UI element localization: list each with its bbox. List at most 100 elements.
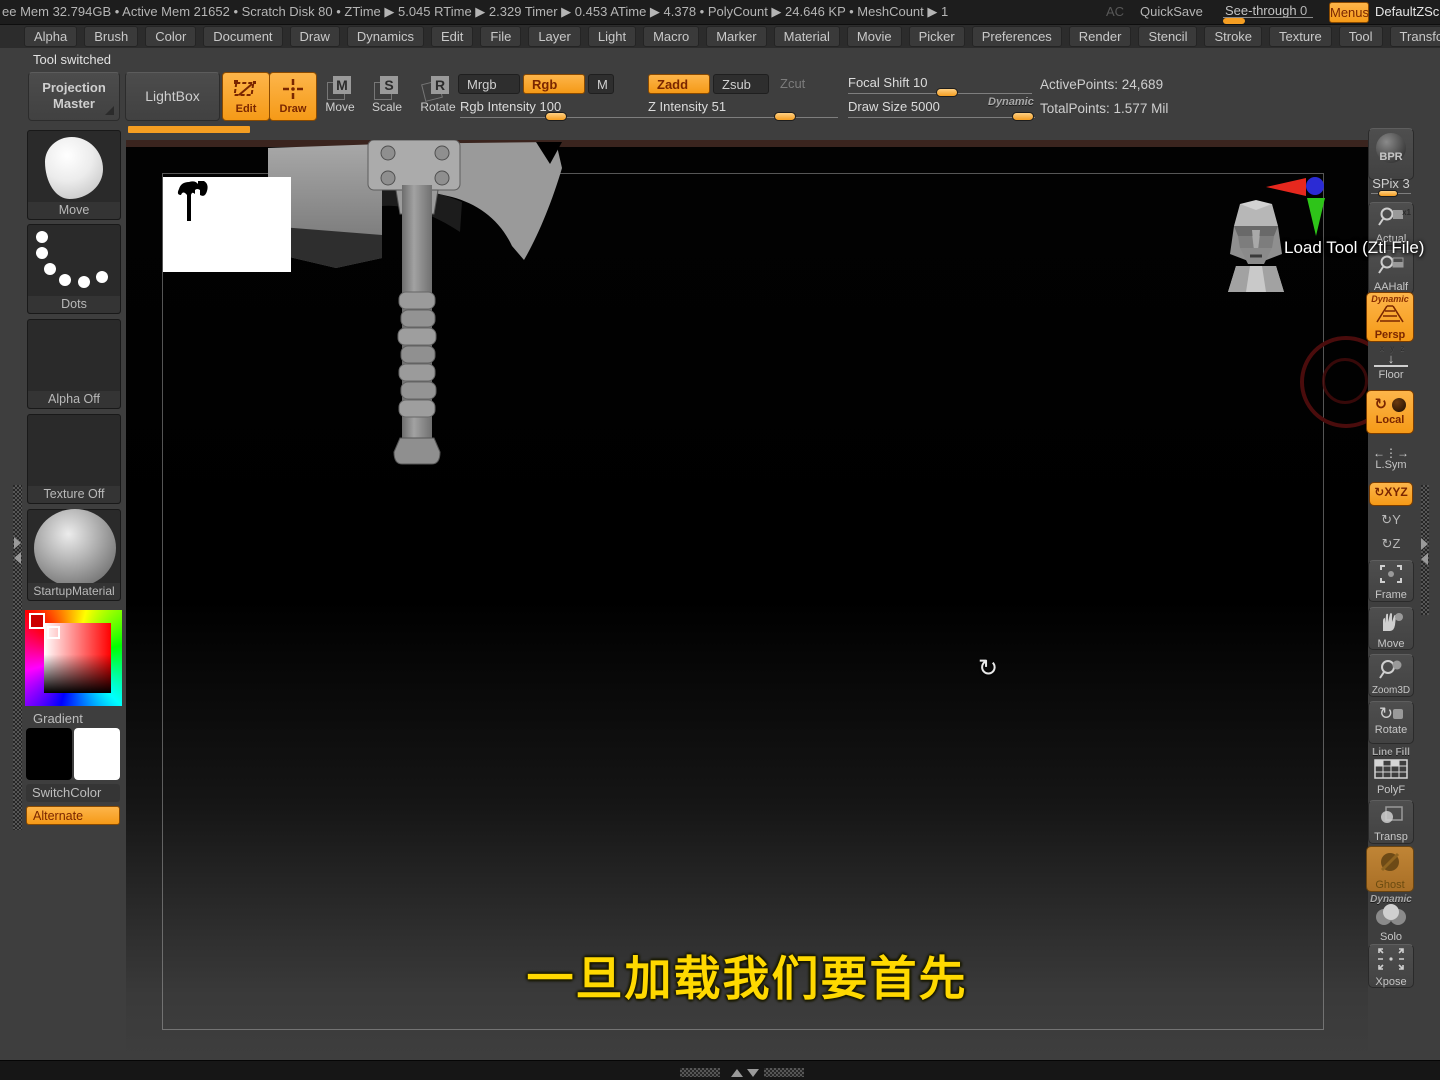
bottom-scroll-left[interactable] [680, 1068, 720, 1077]
menu-dynamics[interactable]: Dynamics [346, 26, 424, 47]
bottom-scroll-right[interactable] [764, 1068, 804, 1077]
menu-picker[interactable]: Picker [908, 26, 965, 47]
gyro-scale-button[interactable]: S Scale [370, 76, 404, 114]
menu-movie[interactable]: Movie [846, 26, 902, 47]
gyro-rotate-button[interactable]: R Rotate [418, 76, 458, 114]
zoom3d-button[interactable]: Zoom3D [1368, 654, 1414, 697]
menus-button[interactable]: Menus [1329, 2, 1369, 23]
main-color-swatch[interactable] [26, 728, 72, 780]
material-thumbnail[interactable]: StartupMaterial [27, 509, 121, 601]
menu-marker[interactable]: Marker [706, 26, 767, 47]
current-brush-thumbnail[interactable]: Move [27, 130, 121, 220]
document-canvas[interactable]: ↻ 一旦加载我们要首先 [126, 140, 1368, 1060]
frame-button[interactable]: Frame [1368, 560, 1414, 602]
menu-color[interactable]: Color [145, 26, 197, 47]
zadd-button[interactable]: Zadd [648, 74, 710, 94]
menu-file[interactable]: File [480, 26, 522, 47]
mrgb-button[interactable]: Mrgb [458, 74, 520, 94]
color-picker-hue-cursor[interactable] [29, 613, 45, 629]
secondary-color-swatch[interactable] [74, 728, 120, 780]
menu-light[interactable]: Light [587, 26, 637, 47]
menu-edit[interactable]: Edit [430, 26, 474, 47]
local-button[interactable]: ↻ Local [1366, 390, 1414, 434]
bottom-bar [0, 1060, 1440, 1080]
axis-x-flag-icon [1266, 178, 1306, 196]
orbit-rotate-button[interactable]: ↻ Rotate [1368, 701, 1414, 744]
switch-color-button[interactable]: SwitchColor [26, 784, 120, 802]
right-tray-divider[interactable] [1421, 485, 1429, 615]
menu-layer[interactable]: Layer [528, 26, 581, 47]
projection-master-button[interactable]: Projection Master [28, 72, 120, 121]
bpr-button[interactable]: BPR [1368, 128, 1414, 180]
pan-move-button[interactable]: Move [1368, 607, 1414, 650]
material-thumb-label: StartupMaterial [28, 583, 120, 600]
stroke-thumbnail[interactable]: Dots [27, 224, 121, 314]
menu-document[interactable]: Document [203, 26, 283, 47]
scale-label: Scale [371, 100, 403, 114]
z-intensity-handle[interactable] [774, 112, 796, 121]
rgb-intensity-handle[interactable] [545, 112, 567, 121]
rotate-xyz-button[interactable]: ↻XYZ [1369, 482, 1413, 506]
rgb-button[interactable]: Rgb [523, 74, 585, 94]
quicksave-button[interactable]: QuickSave [1140, 4, 1203, 19]
lightbox-button[interactable]: LightBox [125, 72, 220, 121]
zcut-button[interactable]: Zcut [772, 74, 818, 94]
scroll-down-icon[interactable] [747, 1069, 759, 1077]
right-tray-collapse-right-icon[interactable] [1421, 538, 1428, 550]
menu-texture[interactable]: Texture [1269, 26, 1332, 47]
zbrush-window: ee Mem 32.794GB • Active Mem 21652 • Scr… [0, 0, 1440, 1080]
ghost-button[interactable]: Ghost [1366, 846, 1414, 892]
status-bar: ee Mem 32.794GB • Active Mem 21652 • Scr… [0, 0, 1440, 25]
draw-button[interactable]: Draw [269, 72, 317, 121]
draw-size-handle[interactable] [1012, 112, 1034, 121]
scroll-up-icon[interactable] [731, 1069, 743, 1077]
color-picker[interactable] [25, 610, 122, 706]
menu-tool[interactable]: Tool [1338, 26, 1383, 47]
solo-button[interactable]: Solo [1368, 904, 1414, 943]
edit-marquee-icon [233, 80, 256, 96]
menu-stroke[interactable]: Stroke [1204, 26, 1263, 47]
color-picker-sv-cursor[interactable] [47, 626, 60, 639]
rotate-z-button[interactable]: ↻Z [1374, 536, 1408, 552]
alpha-thumbnail[interactable]: Alpha Off [27, 319, 121, 409]
menu-stencil[interactable]: Stencil [1138, 26, 1198, 47]
m-button[interactable]: M [588, 74, 614, 94]
menu-material[interactable]: Material [773, 26, 840, 47]
spix-handle[interactable] [1378, 190, 1398, 197]
hand-icon [1383, 613, 1403, 631]
left-tray-collapse-right-icon[interactable] [14, 537, 21, 549]
focal-shift-handle[interactable] [936, 88, 958, 97]
alternate-button[interactable]: Alternate [26, 806, 120, 825]
persp-button[interactable]: Dynamic Persp [1366, 292, 1414, 342]
right-tray-collapse-left-icon[interactable] [1421, 553, 1428, 565]
frame-icon [1380, 565, 1402, 583]
gyro-move-button[interactable]: M Move [323, 76, 357, 114]
polyf-button[interactable]: PolyF [1368, 757, 1414, 796]
menu-draw[interactable]: Draw [289, 26, 340, 47]
menu-macro[interactable]: Macro [643, 26, 700, 47]
see-through-slider-handle[interactable] [1223, 18, 1245, 24]
xpose-button[interactable]: Xpose [1368, 944, 1414, 988]
menu-transform[interactable]: Transform [1389, 26, 1440, 47]
menu-render[interactable]: Render [1068, 26, 1132, 47]
zsub-button[interactable]: Zsub [713, 74, 769, 94]
ac-indicator: AC [1106, 4, 1125, 19]
menu-alpha[interactable]: Alpha [24, 26, 78, 47]
quickpick-panel[interactable] [163, 177, 291, 272]
persp-grid-icon [1376, 305, 1404, 323]
menu-brush[interactable]: Brush [84, 26, 139, 47]
draw-size-dynamic-label[interactable]: Dynamic [988, 96, 1034, 108]
notification-tool-switched: Tool switched [33, 52, 112, 67]
lsym-button[interactable]: ←⋮→ L.Sym [1368, 447, 1414, 471]
left-tray-collapse-left-icon[interactable] [14, 552, 21, 564]
edit-button[interactable]: Edit [222, 72, 270, 121]
brush-thumb-label: Move [28, 202, 120, 219]
see-through-value: 0 [1300, 3, 1308, 18]
lightbox-progress-strip [128, 126, 250, 133]
menu-preferences[interactable]: Preferences [971, 26, 1062, 47]
rotate-y-button[interactable]: ↻Y [1374, 512, 1408, 528]
texture-thumbnail[interactable]: Texture Off [27, 414, 121, 504]
transp-button[interactable]: Transp [1368, 800, 1414, 844]
floor-button[interactable]: ↓ Floor [1368, 352, 1414, 381]
ghost-icon [1380, 852, 1400, 872]
